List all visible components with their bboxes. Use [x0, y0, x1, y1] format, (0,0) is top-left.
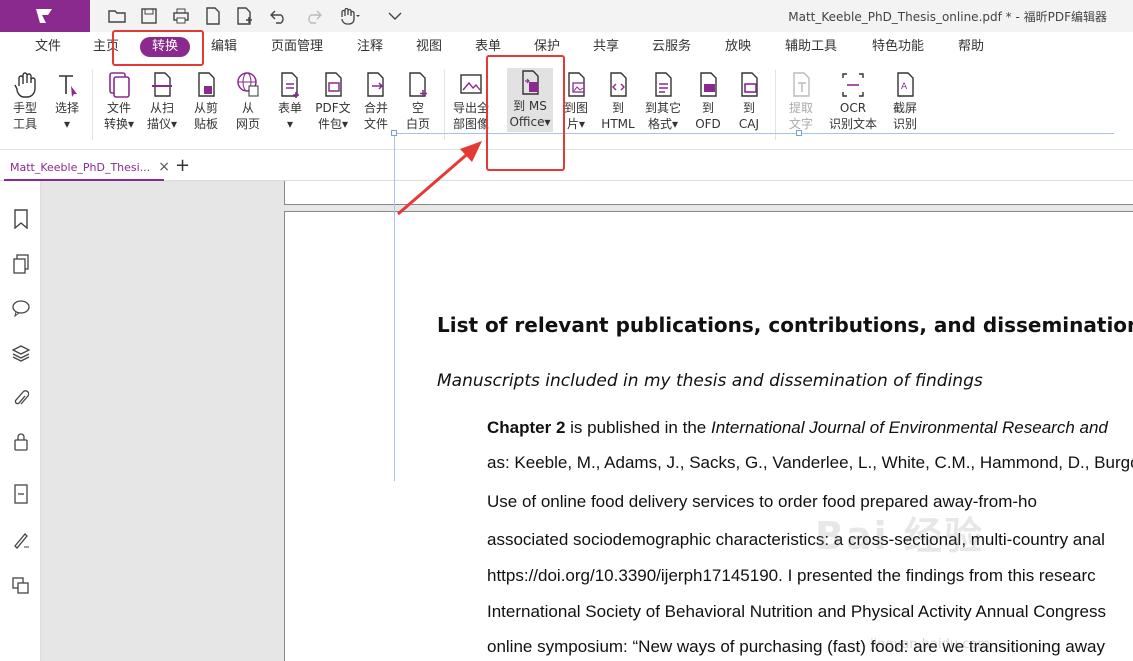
- form-icon: [277, 70, 303, 100]
- menu-comment[interactable]: 注释: [357, 38, 383, 56]
- to-caj-button[interactable]: 到 CAJ: [729, 70, 769, 132]
- merge-icon: [363, 70, 389, 100]
- ofd-icon: [695, 70, 721, 100]
- caj-icon: [736, 70, 762, 100]
- close-tab-icon[interactable]: ×: [158, 159, 170, 175]
- app-logo-icon[interactable]: [0, 0, 90, 32]
- selection-handle[interactable]: [796, 130, 802, 136]
- other-format-icon: [650, 70, 676, 100]
- image-icon: [563, 70, 589, 100]
- select-button[interactable]: 选择 ▾: [47, 70, 87, 132]
- attachment-icon[interactable]: [10, 387, 32, 409]
- menu-page-management[interactable]: 页面管理: [271, 38, 323, 56]
- export-all-images-button[interactable]: 导出全 部图像: [451, 70, 491, 132]
- window-title: Matt_Keeble_PhD_Thesis_online.pdf * - 福昕…: [788, 10, 1107, 24]
- selection-handle[interactable]: [391, 130, 397, 136]
- watermark-text: Bai 经验: [815, 514, 984, 558]
- portfolio-icon: [320, 70, 346, 100]
- paragraph-line: International Society of Behavioral Nutr…: [487, 602, 1106, 621]
- to-other-formats-button[interactable]: 到其它 格式▾: [643, 70, 683, 132]
- pages-icon[interactable]: [10, 253, 32, 275]
- customize-icon[interactable]: [384, 5, 406, 27]
- paragraph-line: https://doi.org/10.3390/ijerph17145190. …: [487, 566, 1096, 585]
- document-tab-label: Matt_Keeble_PhD_Thesi...: [10, 160, 151, 174]
- layers-icon[interactable]: [10, 342, 32, 364]
- menu-form[interactable]: 表单: [475, 38, 501, 56]
- clipboard-icon: [193, 70, 219, 100]
- hand-icon: [12, 70, 38, 100]
- compare-icon[interactable]: [10, 575, 32, 597]
- image-export-icon: [458, 70, 484, 100]
- section-subheading: Manuscripts included in my thesis and di…: [437, 371, 983, 391]
- save-icon[interactable]: [138, 5, 160, 27]
- paragraph-line: as: Keeble, M., Adams, J., Sacks, G., Va…: [487, 453, 1133, 472]
- highlight-convert-tab: [112, 30, 204, 66]
- new-tab-icon[interactable]: +: [175, 155, 190, 176]
- section-heading: List of relevant publications, contribut…: [437, 313, 1133, 337]
- paragraph-line: associated sociodemographic characterist…: [487, 530, 1105, 549]
- menu-file[interactable]: 文件: [35, 38, 61, 56]
- form-fields-icon[interactable]: [10, 483, 32, 505]
- text-span: is published in the: [565, 418, 711, 437]
- extract-text-button[interactable]: 提取 文字: [781, 70, 821, 132]
- security-lock-icon[interactable]: [10, 431, 32, 453]
- paragraph-line: Chapter 2 is published in the Internatio…: [487, 418, 1108, 438]
- screenshot-ocr-button[interactable]: A 截屏 识别: [885, 70, 925, 132]
- blank-page-icon: [405, 70, 431, 100]
- menu-protect[interactable]: 保护: [534, 38, 560, 56]
- hand-icon[interactable]: [338, 5, 360, 27]
- menu-slideshow[interactable]: 放映: [725, 38, 751, 56]
- undo-icon[interactable]: [268, 5, 290, 27]
- svg-text:A: A: [901, 82, 908, 92]
- new-icon[interactable]: [202, 5, 224, 27]
- menu-view[interactable]: 视图: [416, 38, 442, 56]
- menu-cloud[interactable]: 云服务: [652, 38, 691, 56]
- highlight-ms-office: [486, 55, 565, 171]
- paragraph-line: online symposium: “New ways of purchasin…: [487, 637, 1105, 656]
- menu-help[interactable]: 帮助: [958, 38, 984, 56]
- title-bar: Matt_Keeble_PhD_Thesis_online.pdf * - 福昕…: [0, 0, 1133, 32]
- extract-text-icon: [788, 70, 814, 100]
- watermark-url: jingyan.baidu.com: [870, 637, 990, 652]
- open-icon[interactable]: [106, 5, 128, 27]
- ocr-button[interactable]: OCR 识别文本: [829, 70, 877, 132]
- left-sidebar: [0, 181, 50, 661]
- redo-icon[interactable]: [302, 5, 324, 27]
- blank-page-button[interactable]: 空白页: [398, 70, 438, 132]
- menu-features[interactable]: 特色功能: [872, 38, 924, 56]
- journal-name: International Journal of Environmental R…: [710, 418, 1108, 437]
- chapter-label: Chapter 2: [487, 418, 566, 437]
- add-icon[interactable]: [234, 5, 256, 27]
- comments-icon[interactable]: [10, 297, 32, 319]
- text-select-icon: [54, 70, 80, 100]
- bookmark-icon[interactable]: [10, 208, 32, 230]
- screenshot-icon: A: [892, 70, 918, 100]
- document-tab[interactable]: Matt_Keeble_PhD_Thesi... ×: [4, 155, 170, 181]
- scanner-icon: [149, 70, 175, 100]
- html-icon: [605, 70, 631, 100]
- ocr-icon: [840, 70, 866, 100]
- menu-tools[interactable]: 辅助工具: [785, 38, 837, 56]
- globe-icon: [235, 70, 261, 100]
- menu-edit[interactable]: 编辑: [211, 38, 237, 56]
- print-icon[interactable]: [170, 5, 192, 27]
- to-html-button[interactable]: 到 HTML: [598, 70, 638, 132]
- file-convert-icon: [106, 70, 132, 100]
- signature-icon[interactable]: [10, 529, 32, 551]
- menu-share[interactable]: 共享: [593, 38, 619, 56]
